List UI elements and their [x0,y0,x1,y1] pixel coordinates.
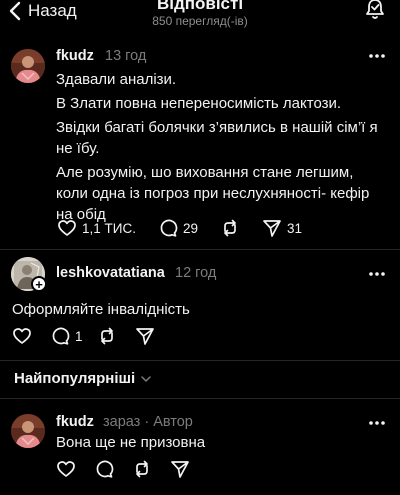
avatar[interactable] [11,414,45,448]
comment-button[interactable] [94,459,114,479]
avatar[interactable] [11,49,45,83]
repost-button[interactable] [220,218,240,238]
comment-icon [96,460,114,478]
repost-icon [136,460,148,478]
reply-actions: 1 [12,326,155,346]
like-button[interactable] [56,459,76,479]
comment-icon [160,219,178,237]
heart-icon [13,328,31,344]
comment-count: 29 [182,220,198,236]
chevron-down-icon [141,375,151,382]
reply-item: + leshkovatatiana 12 год Оформляйте інва… [0,250,400,360]
more-options-icon[interactable] [368,420,386,426]
comment-button[interactable]: 29 [158,218,198,238]
post-actions: 1,1 ТИС. 29 31 [57,218,302,238]
more-options-icon[interactable] [368,53,386,59]
share-button[interactable]: 31 [262,218,302,238]
reply-actions [56,459,190,479]
reply-text: Вона ще не призовна [56,434,206,451]
send-icon [171,461,189,478]
divider [0,360,400,361]
like-button[interactable]: 1,1 ТИС. [57,218,136,238]
send-icon [263,220,281,237]
heart-icon [58,220,76,236]
share-count: 31 [287,220,303,236]
reply-username[interactable]: fkudz [56,414,94,430]
like-count: 1,1 ТИС. [82,220,136,236]
follow-plus-icon[interactable]: + [31,276,47,292]
post-line: Здавали аналізи. [56,71,177,88]
sort-label: Найпопулярніші [14,370,136,387]
post-line: В Злати повна непереносимість лактози. [56,95,342,112]
sort-dropdown[interactable]: Найпопулярніші [14,370,152,387]
more-options-icon[interactable] [368,271,386,277]
main-post: fkudz 13 год Здавали аналізи. В Злати по… [0,0,400,250]
repost-button[interactable] [97,326,117,346]
repost-button[interactable] [132,459,152,479]
like-button[interactable] [12,326,32,346]
reply-time: зараз · Автор [103,414,193,430]
post-username[interactable]: fkudz [56,48,94,64]
post-line: Звідки багаті болячки з’явились в нашій … [56,119,378,157]
reply-item: fkudz зараз · Автор Вона ще не призовна [0,399,400,495]
reply-time: 12 год [175,265,217,281]
share-button[interactable] [170,459,190,479]
comment-icon [52,327,70,345]
post-text: Здавали аналізи. В Злати повна неперенос… [56,69,386,225]
send-icon [135,328,154,345]
reply-username[interactable]: leshkovatatiana [56,265,165,281]
heart-icon [57,461,75,477]
repost-icon [100,327,113,345]
comment-count: 1 [75,328,83,344]
post-line: Але розумію, шо виховання стане легшим, … [56,164,370,223]
post-time: 13 год [105,48,147,64]
repost-icon [224,219,236,237]
reply-text: Оформляйте інвалідність [12,301,190,318]
share-button[interactable] [135,326,155,346]
comment-button[interactable]: 1 [50,326,83,346]
